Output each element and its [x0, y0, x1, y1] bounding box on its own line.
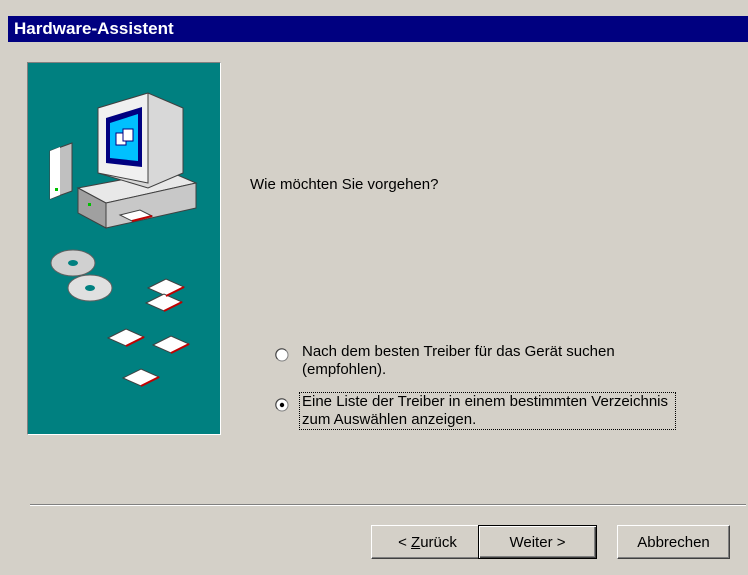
- cancel-button[interactable]: Abbrechen: [617, 525, 730, 559]
- back-button-prefix: <: [398, 533, 412, 551]
- computer-illustration-icon: [49, 92, 198, 387]
- wizard-illustration: [27, 62, 221, 435]
- question-text: Wie möchten Sie vorgehen?: [250, 176, 439, 193]
- radio-button-selected[interactable]: [275, 398, 289, 412]
- window-title: Hardware-Assistent: [8, 16, 748, 42]
- option-list-drivers[interactable]: Eine Liste der Treiber in einem bestimmt…: [275, 392, 676, 433]
- button-separator: [30, 504, 746, 506]
- back-button-accelerator: Z: [411, 533, 421, 551]
- back-button[interactable]: < Zurück: [371, 525, 484, 559]
- option-list-label: Eine Liste der Treiber in einem bestimmt…: [299, 392, 676, 430]
- next-button[interactable]: Weiter >: [478, 525, 597, 559]
- option-search-best-driver[interactable]: Nach dem besten Treiber für das Gerät su…: [275, 343, 675, 383]
- option-search-label: Nach dem besten Treiber für das Gerät su…: [302, 343, 615, 378]
- radio-button-unselected[interactable]: [275, 348, 289, 362]
- hardware-wizard-window: Hardware-Assistent Wie möchten Sie vorge…: [0, 0, 748, 575]
- wizard-page: Wie möchten Sie vorgehen? Nach dem beste…: [8, 42, 748, 575]
- back-button-rest: urück: [420, 533, 457, 551]
